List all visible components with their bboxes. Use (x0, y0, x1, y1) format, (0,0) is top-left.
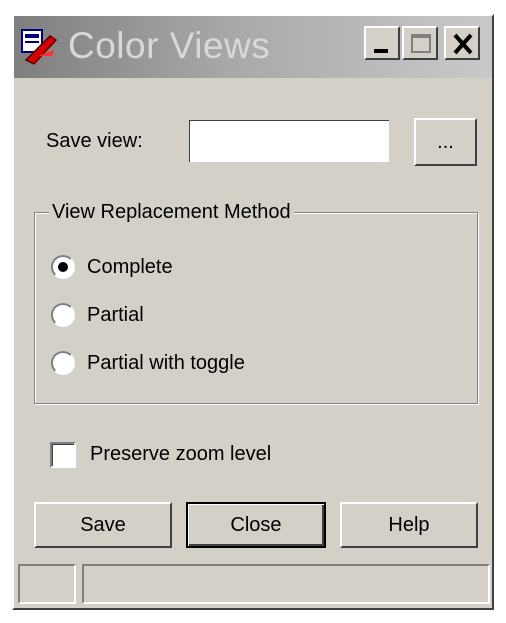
close-window-button[interactable] (444, 26, 480, 60)
browse-button[interactable]: ... (414, 118, 477, 166)
preserve-zoom-label: Preserve zoom level (90, 443, 272, 465)
close-button[interactable]: Close (186, 502, 326, 548)
minimize-button[interactable] (364, 26, 400, 60)
maximize-button[interactable] (402, 26, 438, 60)
status-bar-pane-left (18, 564, 76, 604)
group-legend: View Replacement Method (49, 199, 294, 225)
radio-label: Complete (87, 256, 173, 278)
view-replacement-group: View Replacement Method Complete Partial… (34, 199, 478, 404)
color-views-app-icon (21, 29, 58, 65)
radio-label: Partial (87, 304, 144, 326)
help-button[interactable]: Help (340, 502, 478, 548)
radio-button-icon[interactable] (51, 303, 75, 327)
radio-button-icon[interactable] (51, 255, 75, 279)
save-view-label: Save view: (46, 130, 143, 152)
title-bar[interactable]: Color Views (14, 16, 492, 78)
close-icon (453, 33, 473, 55)
radio-label: Partial with toggle (87, 352, 245, 374)
maximize-icon (411, 34, 431, 53)
window-title: Color Views (68, 25, 271, 66)
status-bar-pane-right (82, 564, 490, 604)
minimize-icon (374, 49, 388, 53)
save-view-input[interactable] (189, 120, 389, 162)
preserve-zoom-checkbox[interactable] (50, 442, 76, 468)
save-button[interactable]: Save (34, 502, 172, 548)
color-views-window: Color Views Save view: ... View Replacem… (12, 14, 494, 610)
radio-button-icon[interactable] (51, 351, 75, 375)
